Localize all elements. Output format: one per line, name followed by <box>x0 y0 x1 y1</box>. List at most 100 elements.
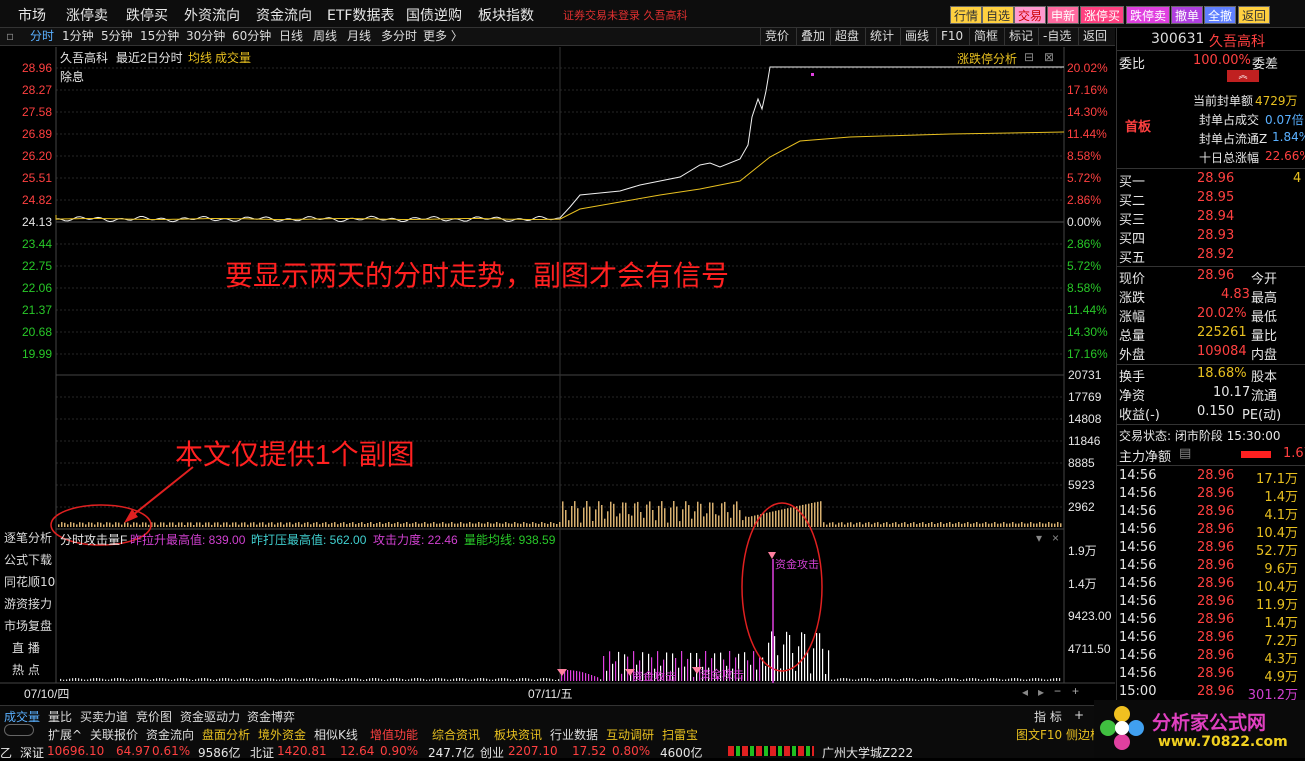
btab-interactive[interactable]: 互动调研 <box>606 726 654 743</box>
toggle-switch[interactable] <box>4 724 34 736</box>
index-name[interactable]: 北证 <box>250 744 274 761</box>
collapse-icon[interactable]: ︽ <box>1227 70 1259 82</box>
sub-indicator-bar <box>189 679 191 681</box>
btab-news[interactable]: 综合资讯 <box>432 726 480 743</box>
btab-similar-kline[interactable]: 相似K线 <box>314 726 358 743</box>
panel-toggle-icon[interactable]: ▫ <box>6 28 14 45</box>
toolbar-draw[interactable]: 画线 <box>900 28 929 45</box>
tab-more[interactable]: 更多 〉 <box>423 28 463 45</box>
menu-tick-analysis[interactable]: 逐笔分析 <box>4 529 52 546</box>
volume-bar <box>58 524 60 527</box>
btab-add[interactable]: + <box>1074 708 1084 722</box>
quick-button-cancel[interactable]: 撤单 <box>1171 6 1204 24</box>
btab-buy-sell-force[interactable]: 买卖力道 <box>80 708 128 725</box>
tab-15min[interactable]: 15分钟 <box>140 28 179 45</box>
scroll-right-icon[interactable]: ▸ <box>1038 685 1044 699</box>
chart-area[interactable]: 久吾高科 最近2日分时 均线 成交量 除息 涨跌停分析 ⊟ ⊠ 28.96 28… <box>0 47 1115 701</box>
volume-bar <box>394 523 396 527</box>
toolbar-overlay[interactable]: 叠加 <box>796 28 825 45</box>
btab-capital-game[interactable]: 资金博弈 <box>247 708 295 725</box>
btab-overseas-capital[interactable]: 境外资金 <box>258 726 306 743</box>
tab-30min[interactable]: 30分钟 <box>186 28 225 45</box>
toolbar-super[interactable]: 超盘 <box>830 28 859 45</box>
btab-industry-data[interactable]: 行业数据 <box>550 726 598 743</box>
toolbar-f10[interactable]: F10 <box>936 28 963 45</box>
btab-capital-flow[interactable]: 资金流向 <box>146 726 194 743</box>
volume-bar <box>766 512 768 527</box>
scroll-left-icon[interactable]: ◂ <box>1022 685 1028 699</box>
tab-multi-timeshare[interactable]: 多分时 <box>381 28 417 45</box>
btab-premium[interactable]: 增值功能 <box>370 726 418 743</box>
menu-item-limit-up-sell[interactable]: 涨停卖 <box>66 5 108 25</box>
menu-hotspot[interactable]: 热 点 <box>12 661 40 678</box>
btab-related-quote[interactable]: 关联报价 <box>90 726 138 743</box>
limit-analysis-button[interactable]: 涨跌停分析 <box>957 50 1017 67</box>
btab-auction-chart[interactable]: 竞价图 <box>136 708 172 725</box>
btab-expand[interactable]: 扩展^ <box>48 726 82 743</box>
btab-market-analysis[interactable]: 盘面分析 <box>202 726 250 743</box>
tab-monthly[interactable]: 月线 <box>347 28 371 45</box>
menu-market-review[interactable]: 市场复盘 <box>4 617 52 634</box>
quick-button-limit-down-sell[interactable]: 跌停卖 <box>1126 6 1171 24</box>
menu-formula-download[interactable]: 公式下载 <box>4 551 52 568</box>
sub-dropdown-icon[interactable]: ▾ <box>1036 531 1042 545</box>
menu-item-foreign-flow[interactable]: 外资流向 <box>184 5 240 25</box>
menu-live[interactable]: 直 播 <box>12 639 40 656</box>
btab-minesweeper[interactable]: 扫雷宝 <box>662 726 698 743</box>
toolbar-auction[interactable]: 竞价 <box>760 28 789 45</box>
quick-button-watchlist[interactable]: 自选 <box>982 6 1015 24</box>
quick-button-quote[interactable]: 行情 <box>950 6 983 24</box>
sub-indicator-bar <box>501 678 503 681</box>
menu-item-sector-index[interactable]: 板块指数 <box>478 5 534 25</box>
zoom-in-icon[interactable]: + <box>1072 684 1079 698</box>
index-name[interactable]: 深证 <box>20 744 44 761</box>
index-name[interactable]: 创业 <box>480 744 504 761</box>
stat-label: 换手 <box>1119 370 1146 385</box>
tab-5min[interactable]: 5分钟 <box>101 28 133 45</box>
menu-item-repo[interactable]: 国债逆购 <box>406 5 462 25</box>
volume-bar <box>181 522 183 527</box>
btab-graphic-f10[interactable]: 图文F10 <box>1016 726 1062 743</box>
tab-daily[interactable]: 日线 <box>279 28 303 45</box>
sub-indicator-bar <box>378 678 380 681</box>
volume-bar <box>688 505 690 527</box>
seal-value: 1.84% <box>1272 130 1305 144</box>
minimize-icon[interactable]: ⊟ <box>1024 50 1034 64</box>
doc-icon[interactable]: ▤ <box>1179 446 1191 461</box>
quick-button-ipo[interactable]: 申新 <box>1047 6 1080 24</box>
btab-volume[interactable]: 成交量 <box>4 708 40 725</box>
volume-bar <box>61 522 63 527</box>
btab-capital-drive[interactable]: 资金驱动力 <box>180 708 240 725</box>
tab-60min[interactable]: 60分钟 <box>232 28 271 45</box>
menu-ths10[interactable]: 同花顺10 <box>4 573 55 590</box>
menu-item-etf-table[interactable]: ETF数据表 <box>327 5 394 25</box>
zoom-out-icon[interactable]: − <box>1054 684 1061 698</box>
price-volume-chart[interactable] <box>0 47 1115 687</box>
menu-item-capital-flow[interactable]: 资金流向 <box>256 5 312 25</box>
toolbar-simple-frame[interactable]: 简框 <box>969 28 998 45</box>
toolbar-mark[interactable]: 标记 <box>1004 28 1033 45</box>
toolbar-back[interactable]: 返回 <box>1078 28 1107 45</box>
toolbar-remove-watch[interactable]: -自选 <box>1038 28 1071 45</box>
menu-item-market[interactable]: 市场 <box>18 5 46 25</box>
close-panel-icon[interactable]: ⊠ <box>1044 50 1054 64</box>
sub-indicator-bar <box>1035 678 1037 681</box>
toolbar-stats[interactable]: 统计 <box>865 28 894 45</box>
tab-timeshare[interactable]: 分时 <box>30 28 54 45</box>
btab-indicator[interactable]: 指 标 <box>1034 708 1062 725</box>
tab-weekly[interactable]: 周线 <box>313 28 337 45</box>
quick-button-limit-up-buy[interactable]: 涨停买 <box>1080 6 1125 24</box>
btab-sector-news[interactable]: 板块资讯 <box>494 726 542 743</box>
price-tick: 28.27 <box>22 83 53 97</box>
sub-close-icon[interactable]: × <box>1052 531 1059 545</box>
tab-1min[interactable]: 1分钟 <box>62 28 94 45</box>
btab-volume-ratio[interactable]: 量比 <box>48 708 72 725</box>
quick-button-trade[interactable]: 交易 <box>1014 6 1047 24</box>
menu-item-limit-down-buy[interactable]: 跌停买 <box>126 5 168 25</box>
sub-indicator-name[interactable]: 分时攻击量F <box>60 531 127 548</box>
quick-button-cancel-all[interactable]: 全撤 <box>1204 6 1237 24</box>
tick-volume: 1.4万 <box>1264 616 1298 631</box>
volume-bar <box>493 523 495 527</box>
quick-button-back[interactable]: 返回 <box>1238 6 1271 24</box>
menu-hot-money[interactable]: 游资接力 <box>4 595 52 612</box>
